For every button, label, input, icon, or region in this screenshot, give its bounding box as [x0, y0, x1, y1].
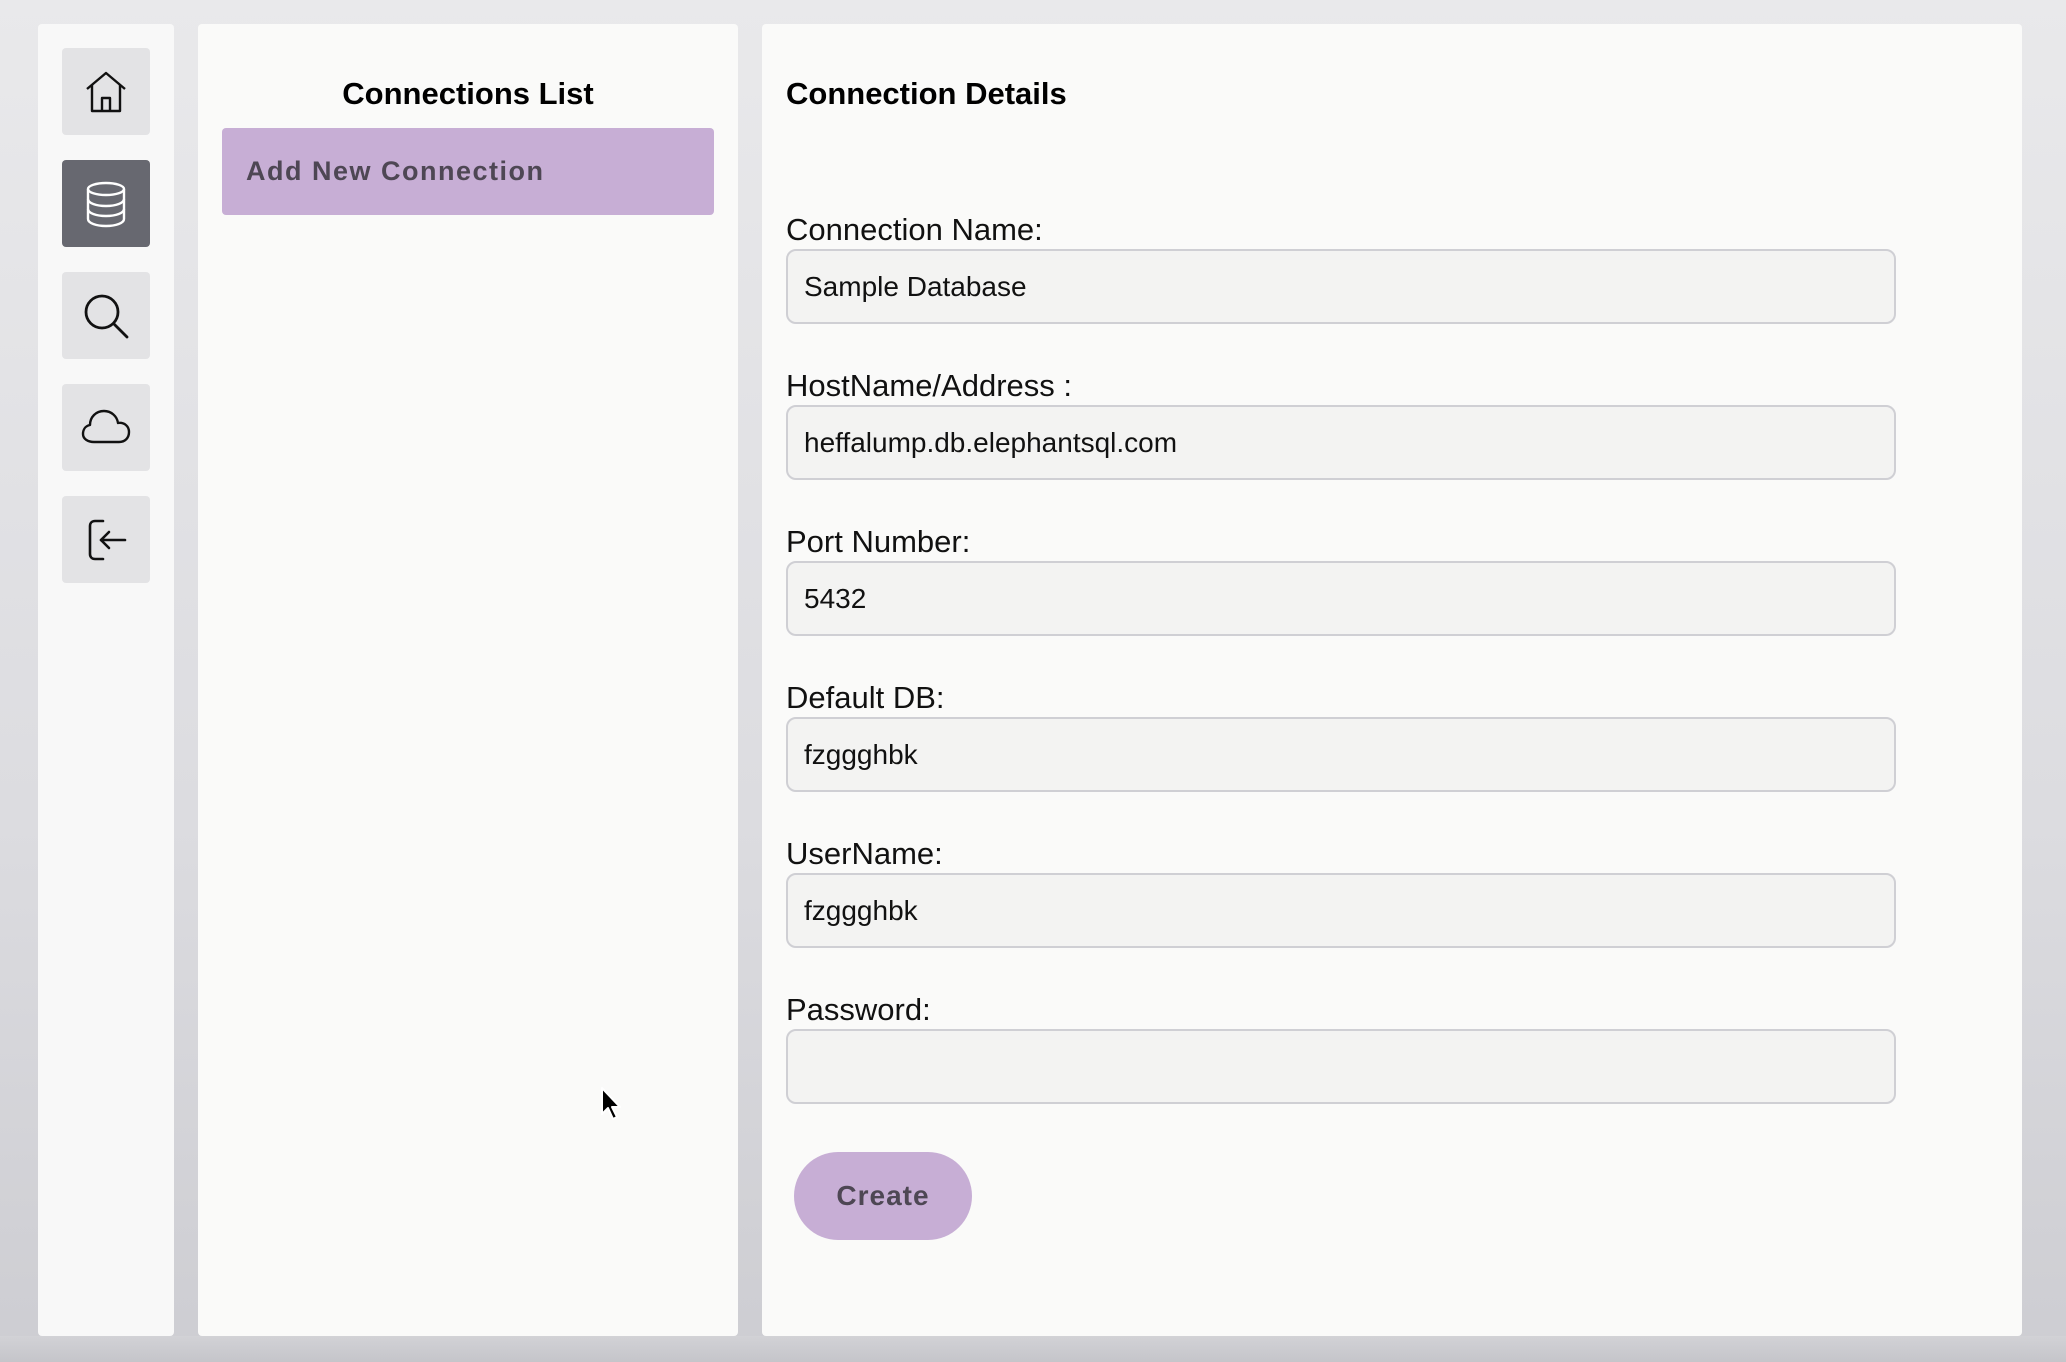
sidebar-item-logout[interactable] — [62, 496, 150, 583]
home-icon — [86, 71, 126, 112]
search-icon — [84, 294, 129, 338]
port-number-input[interactable] — [786, 561, 1896, 636]
logout-icon — [88, 519, 127, 560]
sidebar-item-cloud[interactable] — [62, 384, 150, 471]
password-label: Password: — [786, 992, 931, 1027]
database-icon — [86, 181, 126, 227]
hostname-label: HostName/Address : — [786, 368, 1072, 403]
username-label: UserName: — [786, 836, 943, 871]
connection-details-panel: Connection Details Connection Name: Host… — [762, 24, 2022, 1336]
connection-name-input[interactable] — [786, 249, 1896, 324]
hostname-input[interactable] — [786, 405, 1896, 480]
sidebar-item-database[interactable] — [62, 160, 150, 247]
connection-name-label: Connection Name: — [786, 212, 1043, 247]
connection-details-title: Connection Details — [786, 76, 1067, 111]
connections-list-title: Connections List — [342, 76, 594, 111]
password-input[interactable] — [786, 1029, 1896, 1104]
default-db-input[interactable] — [786, 717, 1896, 792]
window-bottom-edge — [0, 1336, 2066, 1362]
mouse-cursor-icon — [601, 1087, 621, 1120]
port-number-label: Port Number: — [786, 524, 971, 559]
default-db-label: Default DB: — [786, 680, 945, 715]
add-new-connection-button[interactable]: Add New Connection — [222, 128, 714, 215]
username-input[interactable] — [786, 873, 1896, 948]
sidebar-item-search[interactable] — [62, 272, 150, 359]
sidebar-item-home[interactable] — [62, 48, 150, 135]
create-button[interactable]: Create — [794, 1152, 972, 1240]
connections-list-panel: Connections List Add New Connection — [198, 24, 738, 1336]
sidebar-nav — [38, 24, 174, 1336]
cloud-icon — [81, 409, 131, 443]
